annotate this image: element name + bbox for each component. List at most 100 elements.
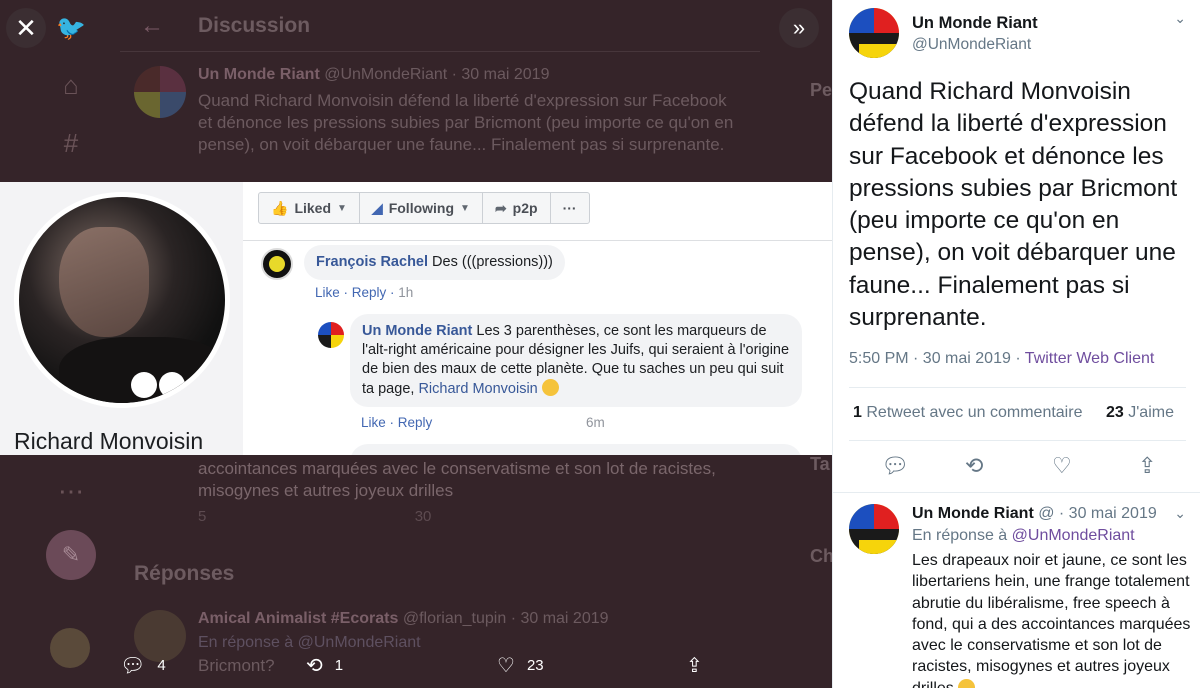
divider: [849, 387, 1186, 388]
smile-emoji-icon: [541, 379, 559, 396]
reply-link: Reply: [351, 285, 387, 300]
divider: [243, 240, 832, 241]
chevron-down-icon[interactable]: ⌄: [1174, 505, 1186, 522]
background-continuation-text: accointances marquées avec le conservati…: [198, 459, 716, 500]
tweet-timestamp: 5:50 PM · 30 mai 2019 · Twitter Web Clie…: [849, 350, 1154, 368]
reply-comment-meta: Like · Reply 6m: [361, 415, 605, 430]
comment-text: Des (((pressions))): [432, 254, 553, 270]
like-action[interactable]: ♡ 23: [497, 653, 544, 678]
profile-photo: [14, 192, 230, 408]
close-button[interactable]: ✕: [6, 8, 46, 48]
tweet-source-link[interactable]: Twitter Web Client: [1025, 350, 1155, 367]
facebook-profile-panel: Richard Monvoisin: [0, 182, 243, 455]
smile-emoji-icon: [958, 678, 976, 688]
background-reply-count: 5: [198, 508, 207, 525]
collapse-panel-button[interactable]: »: [779, 8, 819, 48]
reply-comment-bubble: Un Monde Riant Les 3 parenthèses, ce son…: [350, 314, 802, 407]
background-reply-header: Amical Animalist #Ecorats @florian_tupin…: [198, 610, 609, 628]
more-options-button: ···: [562, 200, 577, 216]
next-comment-bubble: [350, 444, 802, 455]
reply-context: En réponse à @UnMondeRiant: [912, 527, 1135, 545]
background-tweet-actions: 5 30: [198, 508, 531, 525]
rss-icon: ◢: [371, 199, 383, 216]
retweet-action[interactable]: ⟲ 1: [306, 653, 343, 678]
background-tweet-avatar: [134, 66, 186, 118]
caret-down-icon: ▼: [337, 202, 347, 214]
like-link: Like: [315, 285, 340, 300]
share-button: ➦ p2p: [483, 193, 551, 223]
comment-bubble: François Rachel Des (((pressions))): [304, 245, 565, 280]
share-icon[interactable]: ⇪: [1138, 453, 1156, 479]
divider: [849, 440, 1186, 441]
liked-button: 👍 Liked ▼: [259, 193, 360, 223]
background-tweet-text: Quand Richard Monvoisin défend la libert…: [198, 91, 734, 154]
reply-author-avatar[interactable]: [849, 504, 899, 554]
thumbs-up-icon: 👍: [271, 199, 289, 216]
media-image: Richard Monvoisin 👍 Liked ▼ ◢ Following ▼ ➦ p…: [0, 182, 832, 455]
share-icon: ⇪: [686, 655, 703, 677]
caret-down-icon: ▼: [460, 202, 470, 214]
reply-text: Les drapeaux noir et jaune, ce sont les …: [912, 550, 1194, 688]
media-action-bar: 💬︎ 4 ⟲ 1 ♡ 23 ⇪: [0, 645, 832, 688]
retweet-icon[interactable]: ⟲: [965, 453, 983, 479]
twitter-bird-icon: 🐦: [56, 15, 86, 42]
reply-icon[interactable]: 💬︎: [881, 453, 909, 479]
comment-icon: 💬︎: [120, 655, 146, 677]
background-tweet-header: Un Monde Riant @UnMondeRiant · 30 mai 20…: [198, 66, 549, 84]
background-replies-title: Réponses: [134, 562, 235, 585]
share-action[interactable]: ⇪: [686, 653, 715, 678]
back-arrow-icon: ←: [140, 12, 164, 39]
profile-name: Richard Monvoisin: [14, 428, 204, 454]
more-icon: ⋯: [58, 476, 84, 506]
chevron-down-icon[interactable]: ⌄: [1174, 10, 1186, 27]
background-fragment: Ch: [810, 546, 832, 566]
heart-icon: ♡: [497, 655, 515, 677]
background-tweet-author: Un Monde Riant: [198, 66, 320, 83]
reply-prefix: En réponse à: [912, 527, 1008, 544]
reply-commenter-avatar: [318, 322, 344, 348]
reply-body: Les drapeaux noir et jaune, ce sont les …: [912, 552, 1191, 688]
background-tweet-handle-date: @UnMondeRiant · 30 mai 2019: [324, 66, 550, 83]
explore-icon: ⌂: [63, 70, 79, 100]
reply-link: Reply: [397, 415, 433, 430]
commenter-avatar: [261, 248, 293, 280]
retweet-stat[interactable]: 1 Retweet avec un commentaire: [853, 404, 1082, 422]
comment-meta: Like · Reply · 1h: [315, 285, 414, 300]
reply-header: Un Monde Riant @ · 30 mai 2019: [912, 505, 1157, 523]
author-name[interactable]: Un Monde Riant: [912, 14, 1038, 33]
background-fragment: Pe: [810, 80, 832, 100]
tweet-time: 5:50 PM · 30 mai 2019 ·: [849, 350, 1025, 367]
reply-to-handle[interactable]: @UnMondeRiant: [1012, 527, 1135, 544]
retweet-stat-label: Retweet avec un commentaire: [866, 404, 1083, 421]
reply-comment-time: 6m: [586, 415, 605, 430]
divider: [833, 492, 1200, 493]
retweet-stat-count: 1: [853, 404, 862, 421]
comment-time: 1h: [398, 285, 414, 300]
author-handle[interactable]: @UnMondeRiant: [912, 36, 1031, 54]
background-fragment: Ta: [810, 454, 830, 474]
like-link: Like: [361, 415, 386, 430]
author-avatar[interactable]: [849, 8, 899, 58]
like-stat[interactable]: 23 J'aime: [1106, 404, 1174, 422]
background-title: Discussion: [198, 14, 311, 37]
mention-link: Richard Monvoisin: [418, 381, 538, 397]
reply-action[interactable]: 💬︎ 4: [120, 653, 166, 678]
reply-handle-date: @ · 30 mai 2019: [1038, 505, 1157, 522]
like-count: 23: [526, 657, 544, 674]
retweet-icon: ⟲: [306, 655, 323, 677]
reply-author-name[interactable]: Un Monde Riant: [912, 505, 1034, 522]
retweet-count: 1: [334, 657, 344, 674]
share-arrow-icon: ➦: [494, 199, 507, 216]
facebook-action-bar: 👍 Liked ▼ ◢ Following ▼ ➦ p2p ···: [258, 192, 590, 224]
compose-button: ✎: [46, 530, 96, 580]
comment-author: François Rachel: [316, 254, 429, 270]
background-reply-author: Amical Animalist #Ecorats: [198, 610, 399, 627]
tweet-action-icons: 💬︎ ⟲ ♡ ⇪: [833, 453, 1200, 481]
background-header: ← Discussion: [120, 0, 760, 52]
reply-comment-author: Un Monde Riant: [362, 323, 473, 339]
like-stat-count: 23: [1106, 404, 1124, 421]
reply-count: 4: [157, 657, 166, 674]
background-reply-handle-date: @florian_tupin · 30 mai 2019: [402, 610, 609, 627]
like-stat-label: J'aime: [1128, 404, 1174, 421]
heart-icon[interactable]: ♡: [1052, 453, 1072, 479]
